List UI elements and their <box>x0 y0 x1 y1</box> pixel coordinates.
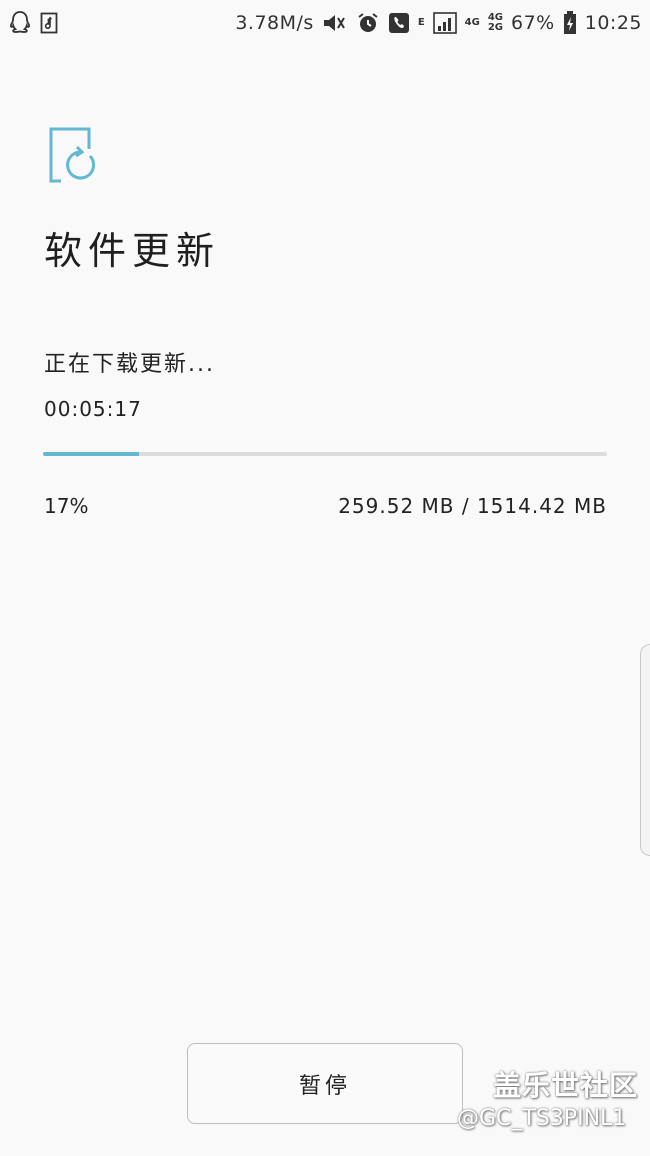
pause-button[interactable]: 暂停 <box>187 1043 463 1124</box>
alarm-icon <box>356 11 380 35</box>
sim2-labels: 4G 2G <box>488 13 503 33</box>
phone-icon <box>388 12 410 34</box>
watermark-user: @GC_TS3PINL1 <box>457 1106 627 1131</box>
page-title: 软件更新 <box>44 229 221 273</box>
watermark-site: 盖乐世社区 <box>493 1069 639 1102</box>
download-progress-bar <box>43 452 607 456</box>
net-speed-text: 3.78M/s <box>235 12 314 34</box>
status-bar-right: 3.78M/s E 4G 4G 2G 67% 10:25 <box>235 11 642 35</box>
sim1-label: 4G <box>464 17 480 28</box>
clock: 10:25 <box>584 12 642 34</box>
elapsed-time: 00:05:17 <box>44 397 142 421</box>
status-bar: 3.78M/s E 4G 4G 2G 67% 10:25 <box>0 0 650 46</box>
software-update-icon <box>46 126 100 186</box>
download-progress-fill <box>43 452 139 456</box>
qq-icon <box>8 10 32 36</box>
download-percent: 17% <box>44 494 89 518</box>
battery-charging-icon <box>563 11 577 35</box>
network-e-label: E <box>417 17 425 28</box>
music-file-icon <box>40 12 58 34</box>
edge-panel-handle[interactable] <box>640 644 650 856</box>
signal-icon <box>432 12 457 34</box>
status-bar-left <box>8 10 58 36</box>
download-size: 259.52 MB / 1514.42 MB <box>338 494 607 518</box>
download-status-text: 正在下载更新... <box>44 352 215 377</box>
battery-percent: 67% <box>511 12 555 34</box>
sim2-label-bottom: 2G <box>487 22 503 33</box>
mute-icon <box>322 12 348 34</box>
